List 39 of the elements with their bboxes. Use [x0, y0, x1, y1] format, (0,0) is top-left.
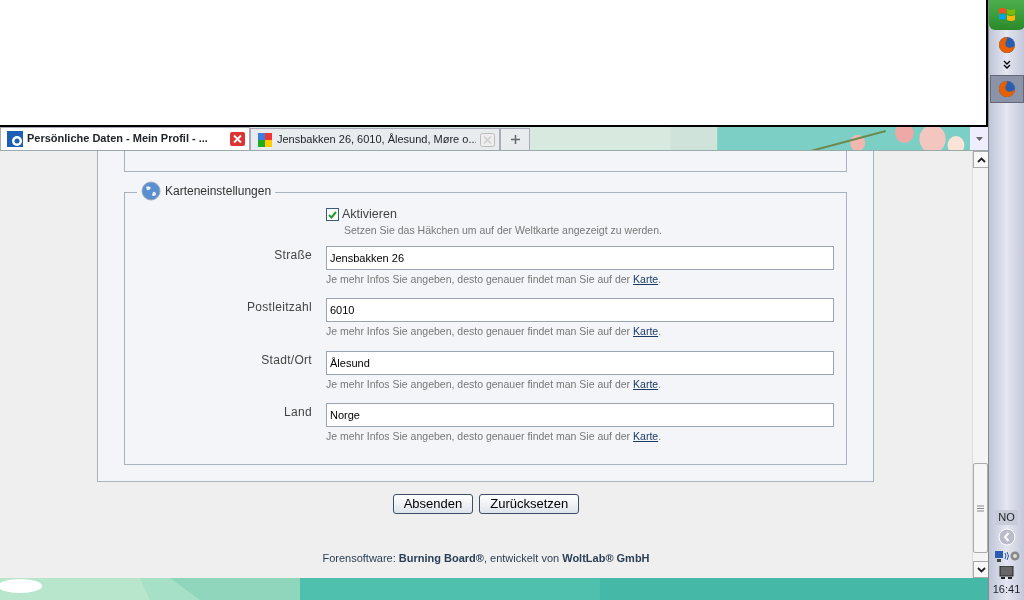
field-hint: Je mehr Infos Sie angeben, desto genauer findet man Sie auf der Karte. [326, 430, 663, 443]
scroll-down-button[interactable] [973, 561, 989, 578]
field-hint: Je mehr Infos Sie angeben, desto genauer findet man Sie auf der Karte. [326, 377, 663, 391]
browser-tab[interactable]: Persönliche Daten - Mein Profil - ... [0, 127, 250, 150]
tab-list-button[interactable] [970, 127, 988, 150]
reset-button[interactable]: Zurücksetzen [479, 493, 580, 514]
browser-tab[interactable]: Jensbakken 26, 6010, Ålesund, Møre o... [250, 128, 500, 150]
dropdown-arrow-icon [975, 136, 983, 141]
checkbox-hint: Setzen Sie das Häkchen um auf der Weltkarte angezeigt zu werden. [344, 224, 663, 237]
language-indicator[interactable]: NO [995, 509, 1018, 525]
field-label: Straße [273, 246, 313, 264]
field-label: Stadt/Ort [260, 351, 313, 369]
text-field[interactable]: 6010 [326, 298, 834, 323]
scroll-up-button[interactable] [973, 151, 989, 168]
section-legend: Karteneinstellungen [165, 183, 272, 199]
start-button[interactable] [988, 0, 1024, 30]
field-label: Postleitzahl [246, 299, 313, 317]
field-label: Land [283, 404, 313, 422]
text-field[interactable]: Ålesund [326, 350, 834, 375]
text-field[interactable]: Jensbakken 26 [326, 245, 834, 270]
maps-icon [257, 131, 273, 148]
clock: 16:41 [992, 582, 1021, 596]
scroll-thumb[interactable] [973, 463, 988, 553]
footer-text: Forensoftware: Burning Board®, entwickelt von WoltLab® GmbH [321, 551, 651, 565]
windows-logo-icon [997, 7, 1016, 23]
close-icon[interactable] [230, 132, 245, 146]
field-hint: Je mehr Infos Sie angeben, desto genauer findet man Sie auf der Karte. [326, 325, 663, 338]
new-tab-button[interactable] [500, 128, 530, 150]
checkbox-label: Aktivieren [342, 207, 397, 222]
monitor-icon[interactable] [998, 565, 1015, 580]
field-hint: Je mehr Infos Sie angeben, desto genauer findet man Sie auf der Karte. [326, 272, 663, 286]
plus-icon [510, 135, 520, 144]
grip-icon [977, 504, 984, 512]
submit-button[interactable]: Absenden [392, 493, 474, 514]
taskbar-button[interactable] [989, 75, 1024, 103]
network-icon[interactable] [993, 548, 1020, 563]
chevron-icon[interactable] [1002, 60, 1011, 69]
activate-checkbox[interactable] [326, 208, 339, 221]
text-field[interactable]: Norge [326, 403, 834, 428]
